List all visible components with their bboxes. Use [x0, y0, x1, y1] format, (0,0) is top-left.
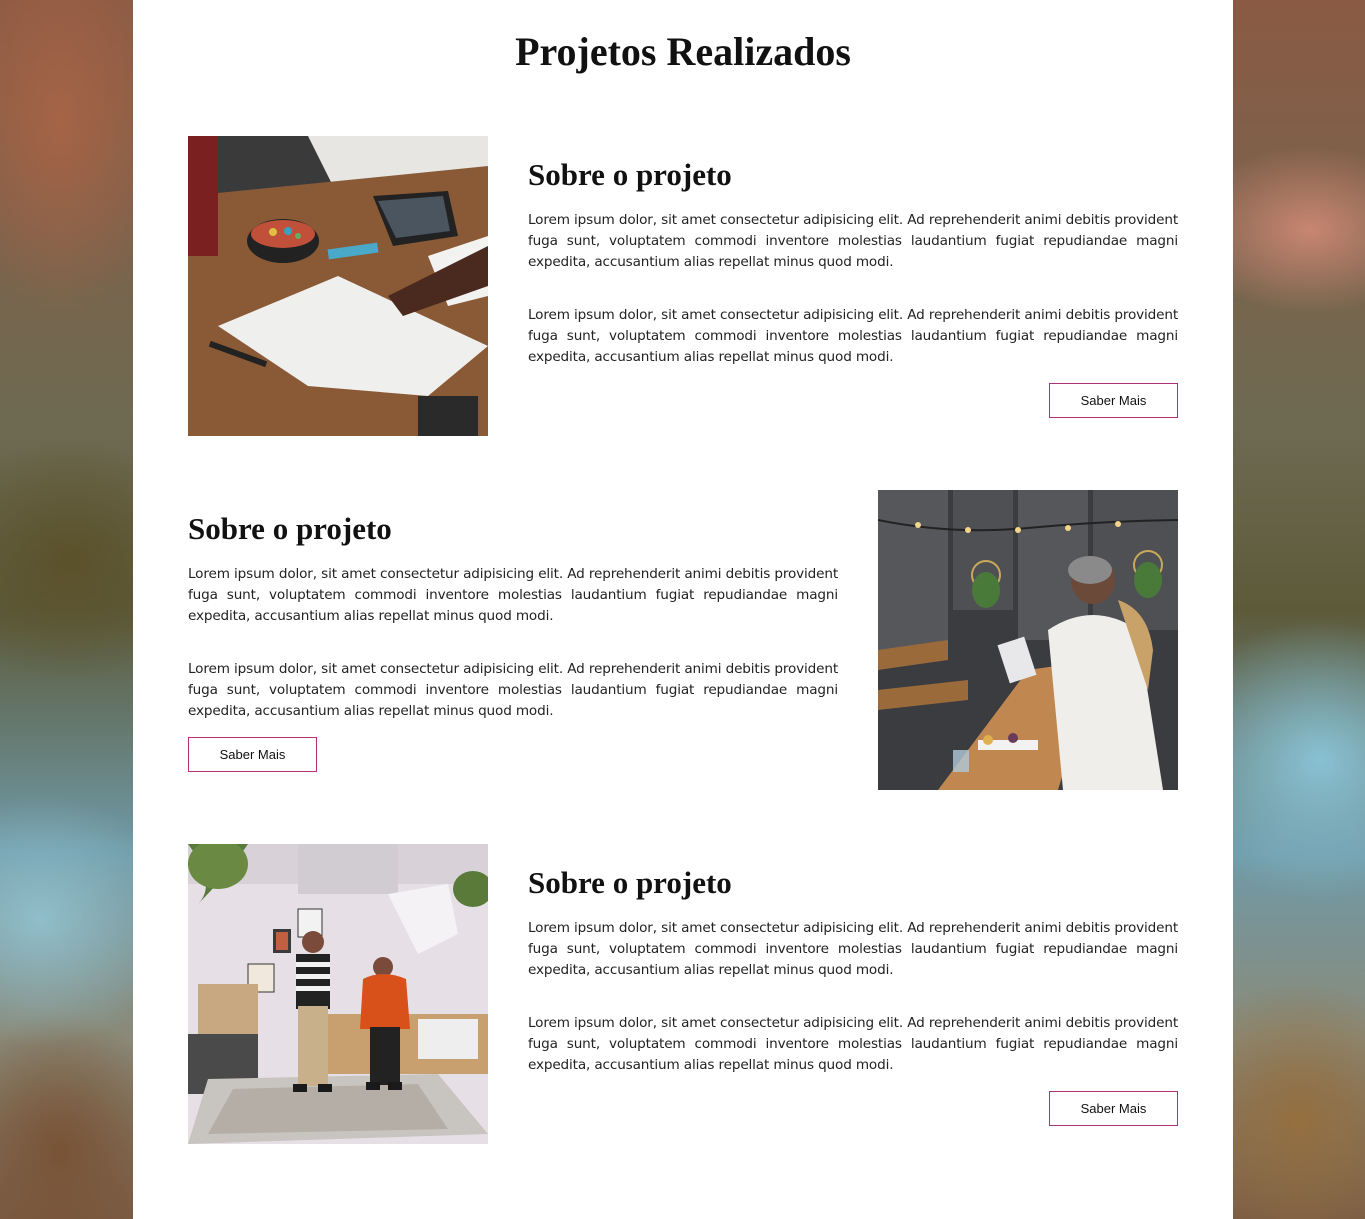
project-description: Lorem ipsum dolor, sit amet consectetur …: [188, 661, 838, 719]
project-title: Sobre o projeto: [188, 511, 392, 546]
project-card-2: Sobre o projeto Lorem ipsum dolor, sit a…: [188, 490, 1178, 790]
project-description: Lorem ipsum dolor, sit amet consectetur …: [528, 212, 1178, 270]
people-at-cafe-table-photo: [878, 490, 1178, 790]
project-card-1: Sobre o projeto Lorem ipsum dolor, sit a…: [188, 136, 1178, 436]
project-title: Sobre o projeto: [528, 865, 732, 900]
project-description: Lorem ipsum dolor, sit amet consectetur …: [188, 566, 838, 624]
project-card-3: Sobre o projeto Lorem ipsum dolor, sit a…: [188, 844, 1178, 1144]
page-title: Projetos Realizados: [515, 29, 851, 74]
content-panel: Projetos Realizados Sobre o projeto Lore…: [133, 0, 1233, 1219]
project-description: Lorem ipsum dolor, sit amet consectetur …: [528, 1015, 1178, 1073]
two-people-in-studio-photo: [188, 844, 488, 1144]
saber-mais-button[interactable]: Saber Mais: [1049, 1091, 1178, 1126]
project-title: Sobre o projeto: [528, 157, 732, 192]
project-description: Lorem ipsum dolor, sit amet consectetur …: [528, 920, 1178, 978]
saber-mais-button[interactable]: Saber Mais: [188, 737, 317, 772]
desk-with-blueprints-photo: [188, 136, 488, 436]
project-description: Lorem ipsum dolor, sit amet consectetur …: [528, 307, 1178, 365]
saber-mais-button[interactable]: Saber Mais: [1049, 383, 1178, 418]
